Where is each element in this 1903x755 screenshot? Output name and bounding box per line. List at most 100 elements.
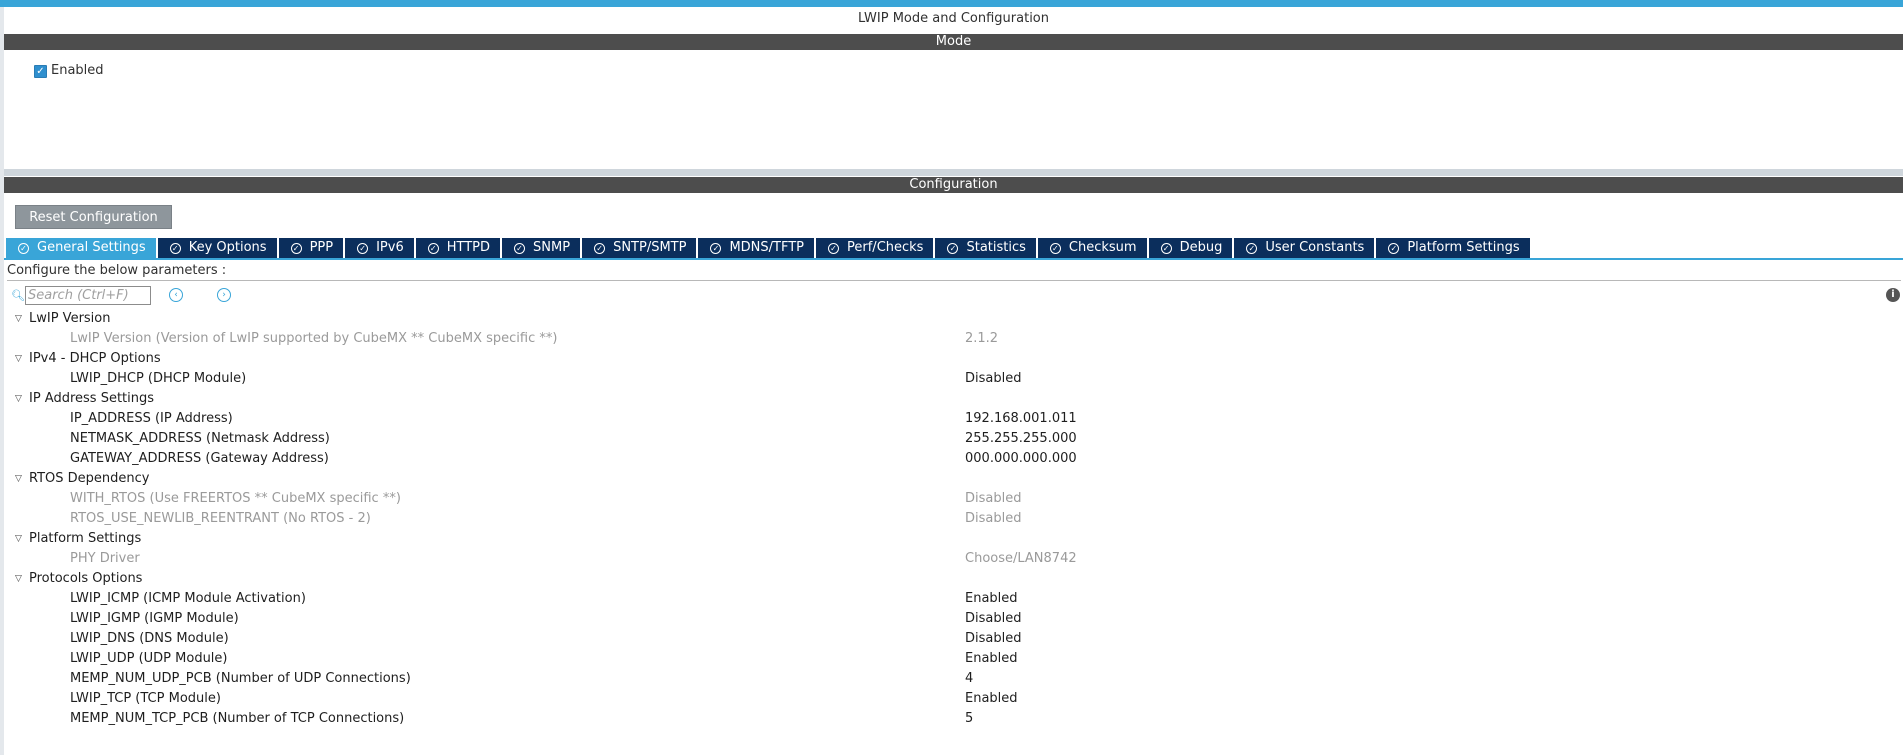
- group-label: LwIP Version: [29, 311, 111, 326]
- group-header[interactable]: ▽ RTOS Dependency: [15, 470, 149, 488]
- check-circle-icon: ✓: [1049, 242, 1061, 254]
- check-circle-icon: ✓: [1246, 242, 1258, 254]
- configuration-section-header: Configuration: [4, 177, 1903, 193]
- left-edge-border: [0, 7, 4, 755]
- tab-label: Platform Settings: [1407, 240, 1520, 255]
- param-value[interactable]: Enabled: [965, 590, 1018, 608]
- splitter-bar[interactable]: [4, 169, 1903, 176]
- group-label: RTOS Dependency: [29, 471, 150, 486]
- group-header[interactable]: ▽ IPv4 - DHCP Options: [15, 350, 161, 368]
- tab-label: Statistics: [966, 240, 1026, 255]
- group-label: IP Address Settings: [29, 391, 155, 406]
- group-header[interactable]: ▽ Platform Settings: [15, 530, 141, 548]
- param-label: PHY Driver: [70, 551, 140, 566]
- check-circle-icon: ✓: [290, 242, 302, 254]
- check-circle-icon: ✓: [357, 242, 369, 254]
- info-icon[interactable]: i: [1886, 288, 1900, 302]
- param-value[interactable]: 4: [965, 670, 973, 688]
- param-label[interactable]: LWIP_TCP (TCP Module): [70, 690, 221, 708]
- tab-label: MDNS/TFTP: [729, 240, 805, 255]
- check-circle-icon: ✓: [169, 242, 181, 254]
- param-label[interactable]: LWIP_DHCP (DHCP Module): [70, 370, 246, 388]
- check-circle-icon: ✓: [1160, 242, 1172, 254]
- mode-section-header: Mode: [4, 34, 1903, 50]
- check-circle-icon: ✓: [18, 242, 29, 254]
- param-value[interactable]: 192.168.001.011: [965, 410, 1077, 428]
- tab-label: Debug: [1179, 240, 1223, 255]
- tab-statistics[interactable]: ✓ Statistics: [935, 238, 1036, 258]
- param-label[interactable]: MEMP_NUM_TCP_PCB (Number of TCP Connecti…: [70, 710, 404, 728]
- panel-title: LWIP Mode and Configuration: [857, 11, 1049, 26]
- param-value[interactable]: 5: [965, 710, 973, 728]
- param-value: Disabled: [965, 511, 1022, 526]
- tab-label: User Constants: [1265, 240, 1365, 255]
- param-value: 2.1.2: [965, 331, 999, 346]
- parameters-caption: Configure the below parameters :: [7, 262, 1901, 281]
- tab-user-constants[interactable]: ✓ User Constants: [1234, 238, 1375, 258]
- param-label: LwIP Version (Version of LwIP supported …: [70, 331, 558, 346]
- group-header[interactable]: ▽ Protocols Options: [15, 570, 142, 588]
- param-value[interactable]: Disabled: [965, 610, 1021, 628]
- param-value[interactable]: Enabled: [965, 690, 1018, 708]
- param-label[interactable]: IP_ADDRESS (IP Address): [70, 410, 233, 428]
- chevron-down-icon[interactable]: ▽: [15, 390, 25, 408]
- tab-underline: [4, 258, 1903, 260]
- check-circle-icon: ✓: [594, 242, 606, 254]
- tab-label: IPv6: [376, 240, 404, 255]
- param-label[interactable]: LWIP_ICMP (ICMP Module Activation): [70, 590, 306, 608]
- param-value: Disabled: [965, 491, 1022, 506]
- param-label[interactable]: NETMASK_ADDRESS (Netmask Address): [70, 430, 330, 448]
- group-header[interactable]: ▽ LwIP Version: [15, 310, 111, 328]
- param-label[interactable]: LWIP_DNS (DNS Module): [70, 630, 229, 648]
- reset-configuration-button[interactable]: Reset Configuration: [15, 205, 172, 229]
- tab-perf-checks[interactable]: ✓ Perf/Checks: [816, 238, 934, 258]
- check-circle-icon: ✓: [710, 242, 722, 254]
- group-label: Protocols Options: [29, 571, 143, 586]
- chevron-down-icon[interactable]: ▽: [15, 530, 25, 548]
- chevron-down-icon[interactable]: ▽: [15, 470, 25, 488]
- group-header[interactable]: ▽ IP Address Settings: [15, 390, 154, 408]
- tab-ppp[interactable]: ✓ PPP: [278, 238, 344, 258]
- search-input[interactable]: [25, 286, 151, 305]
- tab-label: General Settings: [37, 240, 146, 255]
- tab-key-options[interactable]: ✓ Key Options: [157, 238, 277, 258]
- search-previous-icon[interactable]: ‹: [169, 288, 183, 302]
- tab-ipv6[interactable]: ✓ IPv6: [345, 238, 414, 258]
- search-icon: 🔍︎: [11, 289, 25, 302]
- param-label[interactable]: LWIP_IGMP (IGMP Module): [70, 610, 239, 628]
- group-label: IPv4 - DHCP Options: [29, 351, 161, 366]
- tab-platform-settings[interactable]: ✓ Platform Settings: [1376, 238, 1530, 258]
- tab-label: Key Options: [188, 240, 267, 255]
- enabled-checkbox[interactable]: ✓: [34, 65, 47, 78]
- chevron-down-icon[interactable]: ▽: [15, 570, 25, 588]
- param-value[interactable]: 000.000.000.000: [965, 450, 1077, 468]
- tab-mdns-tftp[interactable]: ✓ MDNS/TFTP: [698, 238, 815, 258]
- tab-sntp-smtp[interactable]: ✓ SNTP/SMTP: [582, 238, 697, 258]
- tab-label: SNMP: [533, 240, 571, 255]
- param-value[interactable]: Disabled: [965, 370, 1021, 388]
- param-value[interactable]: Disabled: [965, 630, 1021, 648]
- check-circle-icon: ✓: [427, 242, 439, 254]
- tab-snmp[interactable]: ✓ SNMP: [502, 238, 581, 258]
- chevron-down-icon[interactable]: ▽: [15, 350, 25, 368]
- tab-general-settings[interactable]: ✓ General Settings: [6, 238, 156, 258]
- param-label: WITH_RTOS (Use FREERTOS ** CubeMX specif…: [70, 491, 401, 506]
- tab-label: PPP: [309, 240, 334, 255]
- param-label[interactable]: GATEWAY_ADDRESS (Gateway Address): [70, 450, 329, 468]
- check-circle-icon: ✓: [1388, 242, 1400, 254]
- tab-label: SNTP/SMTP: [613, 240, 687, 255]
- param-label[interactable]: LWIP_UDP (UDP Module): [70, 650, 228, 668]
- tab-debug[interactable]: ✓ Debug: [1148, 238, 1233, 258]
- window-top-accent-bar: [0, 0, 1903, 7]
- enabled-label: Enabled: [51, 63, 104, 78]
- param-label[interactable]: MEMP_NUM_UDP_PCB (Number of UDP Connecti…: [70, 670, 411, 688]
- tab-httpd[interactable]: ✓ HTTPD: [415, 238, 501, 258]
- tab-label: Checksum: [1068, 240, 1137, 255]
- search-next-icon[interactable]: ›: [217, 288, 231, 302]
- param-value[interactable]: Enabled: [965, 650, 1018, 668]
- config-tab-bar: ✓ General Settings ✓ Key Options ✓ PPP ✓ IPv6 ✓ H…: [6, 238, 1532, 258]
- chevron-down-icon[interactable]: ▽: [15, 310, 25, 328]
- group-label: Platform Settings: [29, 531, 142, 546]
- param-value[interactable]: 255.255.255.000: [965, 430, 1077, 448]
- tab-checksum[interactable]: ✓ Checksum: [1037, 238, 1147, 258]
